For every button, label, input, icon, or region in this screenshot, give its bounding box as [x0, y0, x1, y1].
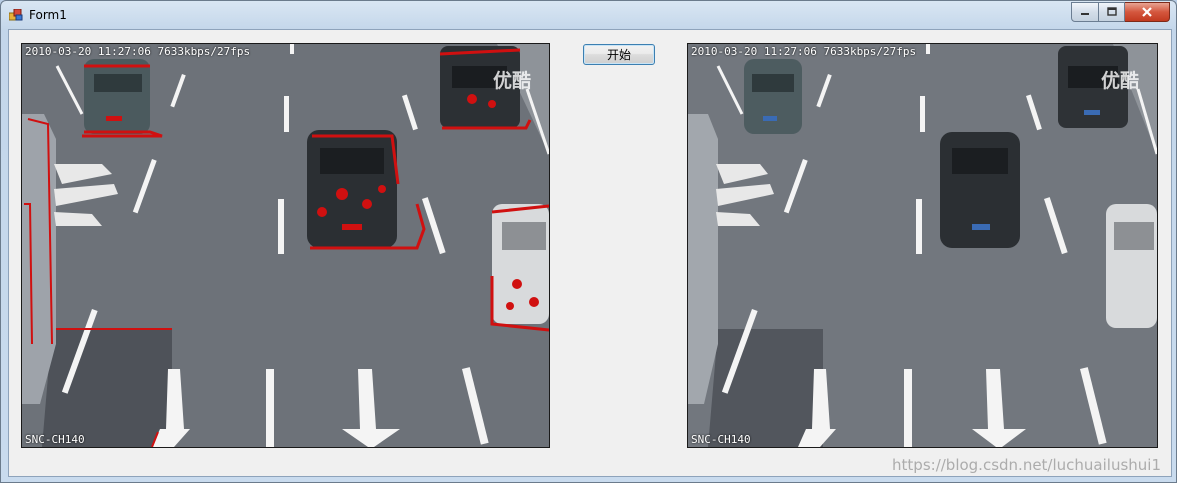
camera-label: SNC-CH140	[691, 433, 751, 446]
close-icon	[1142, 7, 1152, 17]
minimize-icon	[1081, 13, 1089, 15]
start-button[interactable]: 开始	[583, 44, 655, 65]
video-logo: 优酷	[492, 70, 531, 92]
original-video-frame: 2010-03-20 11:27:06 7633kbps/27fps 优酷 SN…	[687, 43, 1158, 448]
video-timestamp: 2010-03-20 11:27:06 7633kbps/27fps	[25, 45, 251, 58]
video-timestamp: 2010-03-20 11:27:06 7633kbps/27fps	[691, 45, 917, 58]
form-client-area: 2010-03-20 11:27:06 7633kbps/27fps 优酷 SN…	[8, 29, 1172, 477]
camera-label: SNC-CH140	[25, 433, 85, 446]
original-road-scene	[688, 44, 1157, 447]
app-window: Form1 2010-03-20 11:27:06 7633kbps/27fps…	[0, 0, 1177, 483]
title-bar[interactable]: Form1	[1, 1, 1176, 29]
blog-watermark: https://blog.csdn.net/luchuailushui1	[892, 456, 1161, 474]
minimize-button[interactable]	[1071, 2, 1099, 22]
video-logo: 优酷	[1100, 70, 1139, 92]
app-icon	[9, 9, 23, 21]
processed-video-frame: 2010-03-20 11:27:06 7633kbps/27fps 优酷 SN…	[21, 43, 550, 448]
window-controls	[1071, 2, 1170, 22]
close-button[interactable]	[1125, 2, 1170, 22]
window-title: Form1	[29, 8, 67, 22]
processed-road-scene	[22, 44, 549, 447]
maximize-icon	[1106, 7, 1117, 16]
maximize-button[interactable]	[1099, 2, 1125, 22]
